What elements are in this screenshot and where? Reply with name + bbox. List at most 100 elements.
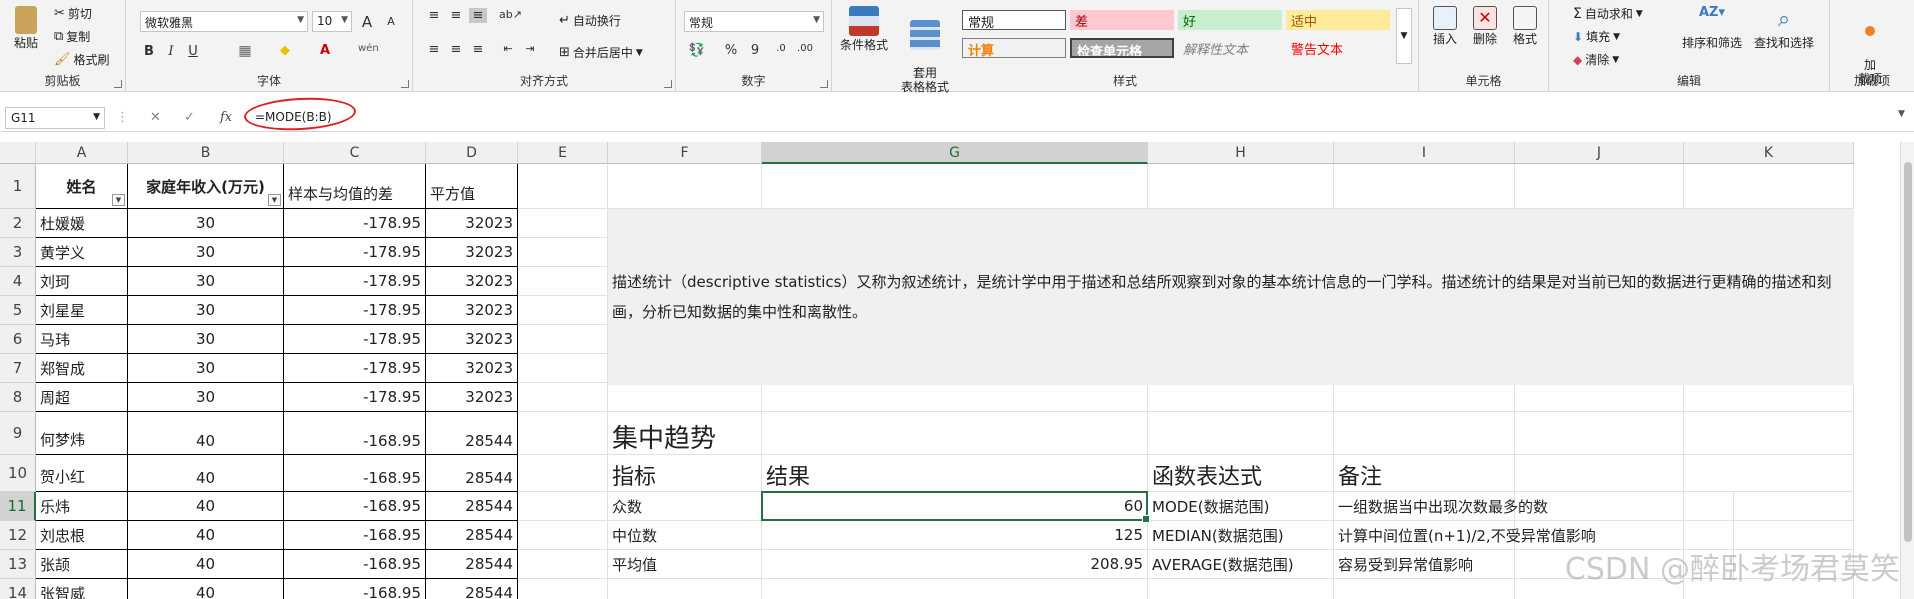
table-cell[interactable]: 30 xyxy=(128,383,284,412)
align-center-icon[interactable]: ≡ xyxy=(447,42,465,57)
cell-e2[interactable] xyxy=(518,209,608,238)
table-cell[interactable]: -178.95 xyxy=(284,354,426,383)
table-header-b[interactable]: 家庭年收入(万元) ▼ xyxy=(128,164,284,209)
autosum-button[interactable]: Σ 自动求和 ▼ xyxy=(1573,5,1643,22)
fill-color-icon[interactable]: ◆ xyxy=(276,43,294,58)
align-middle-icon[interactable]: ≡ xyxy=(447,8,465,23)
table-cell[interactable]: -178.95 xyxy=(284,296,426,325)
delete-button[interactable]: ✕ 删除 xyxy=(1467,6,1503,46)
table-cell[interactable]: -168.95 xyxy=(284,579,426,599)
cell-i1[interactable] xyxy=(1334,164,1515,209)
style-calculation[interactable]: 计算 xyxy=(962,38,1066,58)
insert-button[interactable]: 插入 xyxy=(1427,6,1463,46)
table-cell[interactable]: 30 xyxy=(128,267,284,296)
indent-decrease-icon[interactable]: ⇤ xyxy=(499,42,517,55)
table-cell[interactable]: 张颉 xyxy=(36,550,128,579)
stats-header-3[interactable]: 函数表达式 xyxy=(1148,455,1334,492)
cell-e11[interactable] xyxy=(518,492,608,521)
row-header-5[interactable]: 5 xyxy=(0,296,36,325)
row-header-6[interactable]: 6 xyxy=(0,325,36,354)
bold-button[interactable]: B xyxy=(140,44,158,59)
column-header-g[interactable]: G xyxy=(762,142,1148,164)
table-cell[interactable]: 30 xyxy=(128,296,284,325)
underline-button[interactable]: U xyxy=(184,44,202,59)
font-name-select[interactable]: 微软雅黑 ▼ xyxy=(140,11,308,32)
table-cell[interactable]: 28544 xyxy=(426,492,518,521)
clipboard-launcher-icon[interactable] xyxy=(114,80,122,88)
fill-button[interactable]: ⬇ 填充 ▼ xyxy=(1573,28,1620,45)
table-cell[interactable]: 28544 xyxy=(426,550,518,579)
column-header-e[interactable]: E xyxy=(518,142,608,164)
table-cell[interactable]: 30 xyxy=(128,209,284,238)
merge-center-button[interactable]: ⊞ 合并后居中 ▼ xyxy=(559,44,643,61)
font-size-select[interactable]: 10 ▼ xyxy=(312,11,352,32)
conditional-format-button[interactable]: 条件格式 xyxy=(838,6,890,52)
row-header-3[interactable]: 3 xyxy=(0,238,36,267)
table-cell[interactable]: -178.95 xyxy=(284,267,426,296)
decrease-decimal-icon[interactable]: .00 xyxy=(796,43,814,54)
row-header-14[interactable]: 14 xyxy=(0,579,36,599)
table-cell[interactable]: 28544 xyxy=(426,521,518,550)
stats-cell[interactable]: 中位数 xyxy=(608,521,762,550)
cell-j8[interactable] xyxy=(1515,383,1684,412)
cell-h1[interactable] xyxy=(1148,164,1334,209)
cell-e1[interactable] xyxy=(518,164,608,209)
stats-cell[interactable]: 平均值 xyxy=(608,550,762,579)
cell-g1[interactable] xyxy=(762,164,1148,209)
stats-cell[interactable]: 众数 xyxy=(608,492,762,521)
copy-button[interactable]: ⧉ 复制 xyxy=(54,28,90,45)
align-bottom-icon[interactable]: ≡ xyxy=(469,8,487,23)
cell-e7[interactable] xyxy=(518,354,608,383)
table-cell[interactable]: 郑智成 xyxy=(36,354,128,383)
orientation-icon[interactable]: ab↗ xyxy=(499,8,522,21)
table-cell[interactable]: 周超 xyxy=(36,383,128,412)
cell-h9[interactable] xyxy=(1148,412,1334,455)
style-neutral[interactable]: 适中 xyxy=(1286,10,1390,30)
table-cell[interactable]: 40 xyxy=(128,455,284,492)
cell-i9[interactable] xyxy=(1334,412,1515,455)
table-cell[interactable]: -168.95 xyxy=(284,521,426,550)
percent-button[interactable]: % xyxy=(722,43,740,58)
border-icon[interactable]: ▦ xyxy=(236,43,254,59)
stats-cell[interactable]: AVERAGE(数据范围) xyxy=(1148,550,1334,579)
cell-e6[interactable] xyxy=(518,325,608,354)
table-cell[interactable]: -178.95 xyxy=(284,209,426,238)
table-cell[interactable]: 28544 xyxy=(426,455,518,492)
expand-formula-icon[interactable]: ▼ xyxy=(1898,109,1905,119)
table-cell[interactable]: 黄学义 xyxy=(36,238,128,267)
cell-f8[interactable] xyxy=(608,383,762,412)
stats-cell[interactable]: 208.95 xyxy=(762,550,1148,579)
style-normal[interactable]: 常规 xyxy=(962,10,1066,30)
row-header-12[interactable]: 12 xyxy=(0,521,36,550)
format-painter-button[interactable]: 🖌 格式刷 xyxy=(54,51,110,68)
shrink-font-button[interactable]: A xyxy=(382,15,400,28)
table-cell[interactable]: -178.95 xyxy=(284,238,426,267)
style-explanatory[interactable]: 解释性文本 xyxy=(1178,38,1282,58)
select-all-corner[interactable] xyxy=(0,142,36,164)
table-cell[interactable]: 30 xyxy=(128,325,284,354)
comma-button[interactable]: 9 xyxy=(746,43,764,58)
table-cell[interactable]: 40 xyxy=(128,492,284,521)
row-header-13[interactable]: 13 xyxy=(0,550,36,579)
table-cell[interactable]: 28544 xyxy=(426,579,518,599)
table-cell[interactable]: -168.95 xyxy=(284,412,426,455)
wrap-text-button[interactable]: ↵ 自动换行 xyxy=(559,12,621,29)
style-check-cell[interactable]: 检查单元格 xyxy=(1070,38,1174,58)
style-warning[interactable]: 警告文本 xyxy=(1286,38,1390,58)
table-cell[interactable]: -168.95 xyxy=(284,492,426,521)
style-bad[interactable]: 差 xyxy=(1070,10,1174,30)
cell-j1[interactable] xyxy=(1515,164,1684,209)
cell-k9[interactable] xyxy=(1684,412,1854,455)
table-cell[interactable]: 刘珂 xyxy=(36,267,128,296)
sort-filter-button[interactable]: AZ▾ 排序和筛选 xyxy=(1679,6,1745,51)
cell-e9[interactable] xyxy=(518,412,608,455)
cell-i8[interactable] xyxy=(1334,383,1515,412)
filter-dropdown-icon[interactable]: ▼ xyxy=(112,194,125,206)
table-cell[interactable]: 32023 xyxy=(426,383,518,412)
table-cell[interactable]: 40 xyxy=(128,579,284,599)
increase-decimal-icon[interactable]: .0 xyxy=(772,43,790,54)
column-header-f[interactable]: F xyxy=(608,142,762,164)
scroll-thumb[interactable] xyxy=(1904,162,1912,542)
fx-icon[interactable]: fx xyxy=(220,110,232,125)
table-cell[interactable]: 32023 xyxy=(426,238,518,267)
